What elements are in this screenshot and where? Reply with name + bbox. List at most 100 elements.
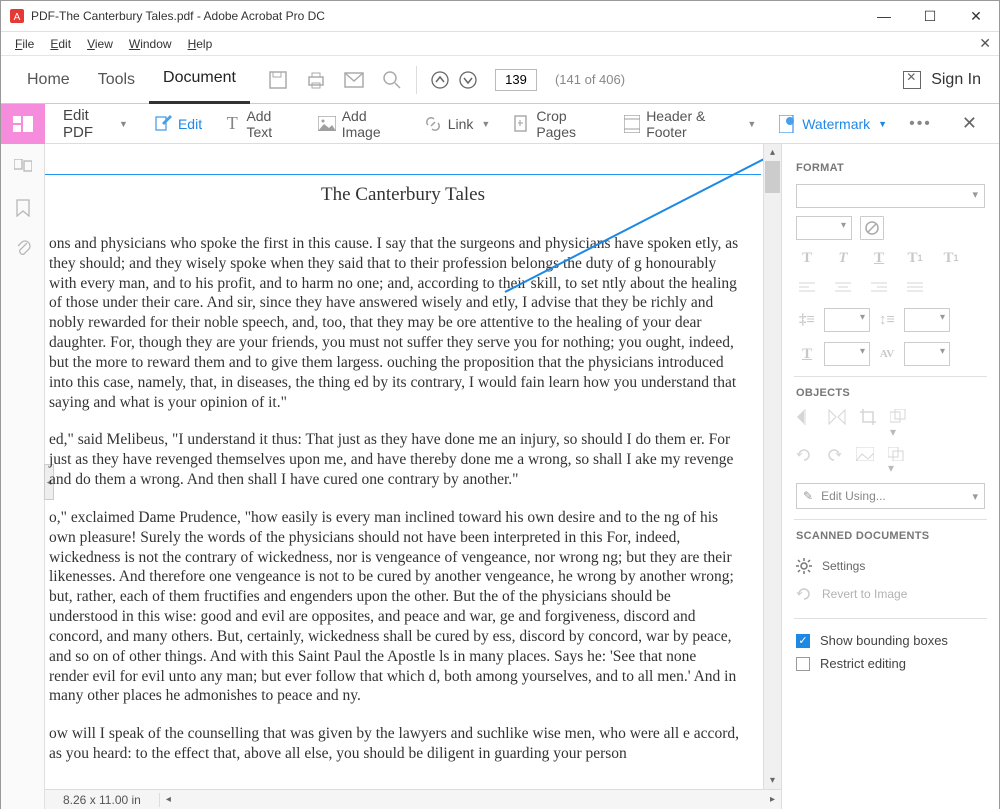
vertical-scrollbar[interactable]: ▴ ▾ [763,144,781,789]
separator [416,66,417,94]
arrange-icon[interactable]: ▾ [890,409,906,439]
menu-view[interactable]: View [79,34,121,54]
header-rule [45,174,761,175]
menu-help[interactable]: Help [180,34,221,54]
superscript-icon[interactable]: T1 [904,248,926,268]
document-viewport[interactable]: The Canterbury Tales ons and physicians … [45,144,781,789]
doc-paragraph: o," exclaimed Dame Prudence, "how easily… [45,508,761,706]
doc-paragraph: ons and physicians who spoke the first i… [45,234,761,412]
right-panel: FORMAT T T T T1 T1 ‡≡ ↕≡ T AV [781,144,999,809]
page-layout-icon[interactable] [1,104,45,144]
menubar-close-icon[interactable]: ✕ [979,35,991,52]
char-spacing-icon: AV [876,344,898,364]
hscroll-right[interactable]: ▸ [764,794,781,805]
edit-pdf-ribbon: Edit PDF▼ Edit T Add Text Add Image Link… [1,104,999,144]
tab-document[interactable]: Document [149,56,250,104]
horizontal-scale-icon: T [796,344,818,364]
page-down-icon[interactable] [459,71,477,89]
edit-using-dropdown[interactable]: Edit Using... [796,483,985,509]
show-bounding-checkbox[interactable]: ✓ Show bounding boxes [796,629,985,652]
more-button[interactable]: ••• [905,111,936,137]
font-family-select[interactable] [796,184,985,208]
thumbnails-icon[interactable] [13,158,33,178]
flip-v-icon[interactable] [828,409,846,439]
window-title: PDF-The Canterbury Tales.pdf - Adobe Acr… [31,9,861,23]
scroll-up-icon[interactable]: ▴ [764,144,781,161]
document-area: ◂ The Canterbury Tales ons and physician… [45,144,781,809]
search-icon[interactable] [382,70,402,90]
line-spacing-select[interactable] [824,308,870,332]
para-spacing-icon: ↕≡ [876,310,898,330]
watermark-icon [778,115,796,133]
hscroll-left[interactable]: ◂ [160,794,177,805]
app-icon: A [9,8,25,24]
checkbox-unchecked-icon [796,657,810,671]
main-tabs: Home Tools Document (141 of 406) Sign In [1,56,999,104]
sign-in-button[interactable]: Sign In [903,71,981,89]
menu-window[interactable]: Window [121,34,180,54]
char-spacing-select[interactable] [904,342,950,366]
restrict-editing-checkbox[interactable]: Restrict editing [796,652,985,675]
add-text-button[interactable]: T Add Text [220,104,300,144]
edit-pdf-dropdown[interactable]: Edit PDF▼ [55,103,136,145]
align-center-icon[interactable] [832,278,854,298]
signin-icon [903,71,921,89]
print-icon[interactable] [306,70,326,90]
save-icon[interactable] [268,70,288,90]
menu-file[interactable]: File [7,34,42,54]
underline-icon[interactable]: T [868,248,890,268]
crop-obj-icon[interactable] [860,409,876,439]
leftrail [1,144,45,809]
attachment-icon[interactable] [13,238,33,258]
crop-pages-button[interactable]: Crop Pages [508,104,606,144]
tab-tools[interactable]: Tools [84,56,149,104]
close-button[interactable]: ✕ [953,1,999,31]
ribbon-close-icon[interactable]: ✕ [950,113,989,134]
header-footer-icon [624,115,640,133]
link-button[interactable]: Link▼ [420,111,495,137]
menu-edit[interactable]: Edit [42,34,79,54]
align-obj-icon[interactable]: ▾ [888,447,904,475]
italic-icon[interactable]: T [832,248,854,268]
para-spacing-select[interactable] [904,308,950,332]
align-left-icon[interactable] [796,278,818,298]
flip-h-icon[interactable] [796,409,814,439]
email-icon[interactable] [344,70,364,90]
replace-image-icon[interactable] [856,447,874,475]
minimize-button[interactable]: — [861,1,907,31]
scroll-down-icon[interactable]: ▾ [764,772,781,789]
page-size-label: 8.26 x 11.00 in [45,793,160,807]
line-spacing-icon: ‡≡ [796,310,818,330]
signin-label: Sign In [931,71,981,89]
subscript-icon[interactable]: T1 [940,248,962,268]
window-controls: — ☐ ✕ [861,1,999,31]
align-justify-icon[interactable] [904,278,926,298]
tab-home[interactable]: Home [13,56,84,104]
scroll-thumb[interactable] [765,161,780,193]
text-style-row: T T T T1 T1 [796,248,985,268]
page-count-label: (141 of 406) [555,72,625,87]
header-footer-button[interactable]: Header & Footer▼ [620,104,760,144]
scanned-heading: SCANNED DOCUMENTS [796,530,985,542]
font-size-select[interactable] [796,216,852,240]
bold-icon[interactable]: T [796,248,818,268]
font-color-button[interactable] [860,216,884,240]
watermark-button[interactable]: Watermark▼ [774,111,891,137]
crop-icon [512,115,530,133]
add-image-button[interactable]: Add Image [314,104,406,144]
rotate-ccw-icon[interactable] [796,447,812,475]
page-up-icon[interactable] [431,71,449,89]
objects-heading: OBJECTS [796,387,985,399]
page-number-input[interactable] [495,69,537,91]
bookmark-icon[interactable] [13,198,33,218]
add-text-icon: T [224,115,240,133]
rotate-cw-icon[interactable] [826,447,842,475]
hscale-select[interactable] [824,342,870,366]
gear-icon [796,558,812,574]
edit-button[interactable]: Edit [150,111,206,137]
settings-link[interactable]: Settings [796,552,985,580]
align-right-icon[interactable] [868,278,890,298]
maximize-button[interactable]: ☐ [907,1,953,31]
doc-paragraph: ed," said Melibeus, "I understand it thu… [45,430,761,489]
revert-icon [796,586,812,602]
